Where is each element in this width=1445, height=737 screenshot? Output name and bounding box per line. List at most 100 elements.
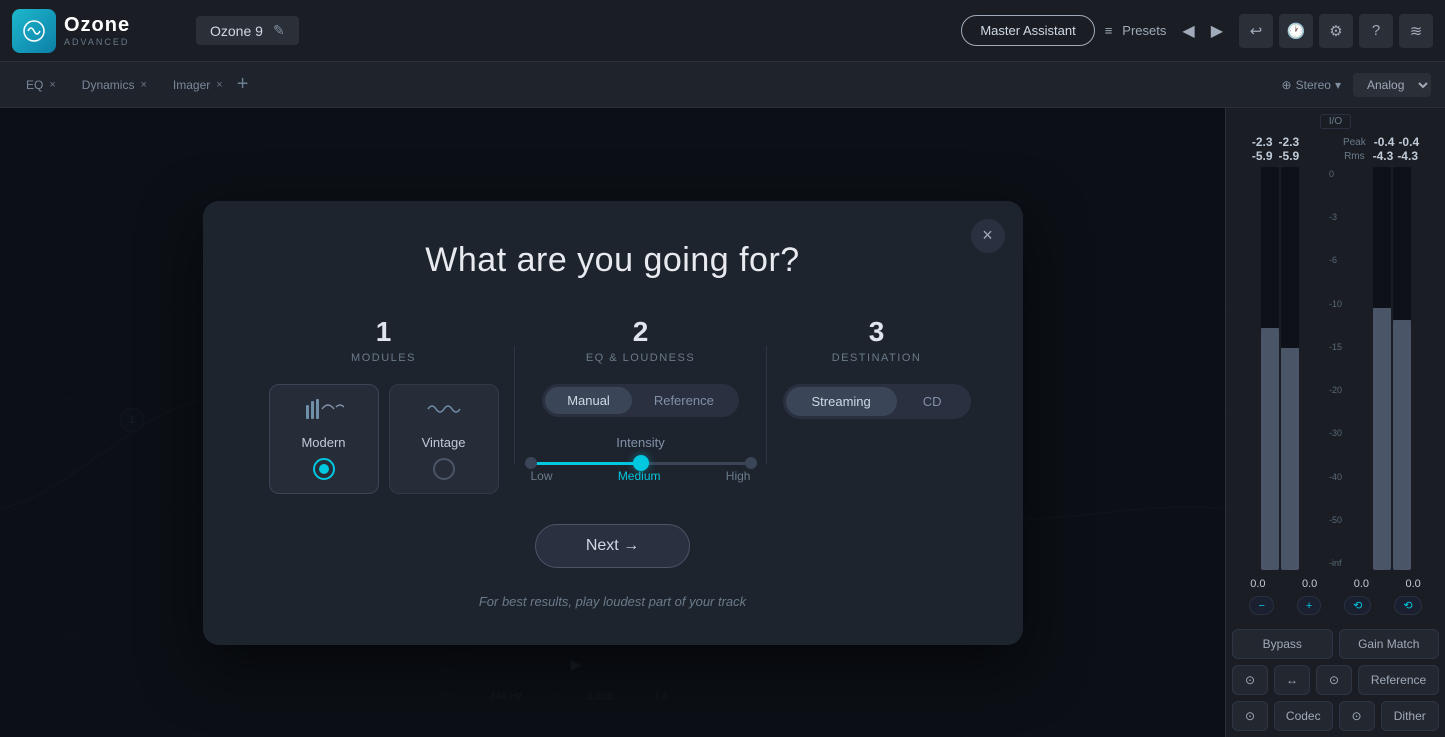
intensity-track — [531, 462, 751, 465]
intensity-thumb[interactable] — [633, 455, 649, 471]
input-fill-r — [1281, 348, 1299, 570]
module-card-vintage[interactable]: Vintage — [389, 384, 499, 494]
bypass-gainmatch-row: Bypass Gain Match — [1232, 629, 1439, 659]
dest-cd[interactable]: CD — [897, 387, 968, 416]
out-rms-r: -4.3 — [1397, 149, 1418, 163]
link-button[interactable]: ↔ — [1274, 665, 1310, 695]
step-3-destination: 3 DESTINATION Streaming CD — [767, 316, 987, 494]
fader-plus-1[interactable]: + — [1297, 596, 1321, 615]
meters-row: 0 -3 -6 -10 -15 -20 -30 -40 -50 -inf — [1232, 167, 1439, 570]
close-imager-icon[interactable]: × — [216, 79, 222, 91]
fader-minus-1[interactable]: − — [1249, 596, 1273, 615]
gain-match-button[interactable]: Gain Match — [1339, 629, 1440, 659]
toggle-reference[interactable]: Reference — [632, 387, 736, 414]
intensity-dot-low — [525, 457, 537, 469]
bypass-button[interactable]: Bypass — [1232, 629, 1333, 659]
presets-nav: ◀ ▶ — [1176, 19, 1229, 43]
preset-name: Ozone 9 — [210, 23, 263, 39]
secondary-right: ⊕ Stereo ▾ Analog — [1282, 73, 1431, 97]
fader-buttons: − + ⟲ ⟲ — [1232, 594, 1439, 617]
module-tab-eq[interactable]: EQ × — [14, 74, 68, 96]
right-rms-val: -5.9 — [1279, 149, 1300, 163]
module-tabs: EQ × Dynamics × Imager × + — [14, 73, 1270, 96]
eq-mode-toggle[interactable]: Manual Reference — [542, 384, 739, 417]
fader-reset-1[interactable]: ⟲ — [1344, 596, 1371, 615]
compare-icon-button[interactable]: ⊙ — [1232, 665, 1268, 695]
next-preset-button[interactable]: ▶ — [1205, 19, 1229, 43]
hint-text: For best results, play loudest part of y… — [253, 594, 973, 609]
modal-dialog: × What are you going for? 1 MODULES — [203, 201, 1023, 645]
io-label: I/O — [1320, 114, 1351, 129]
right-panel: I/O -2.3 -2.3 -5.9 -5.9 Peak — [1225, 108, 1445, 737]
dither-icon-button[interactable]: ⊙ — [1339, 701, 1375, 731]
toggle-manual[interactable]: Manual — [545, 387, 632, 414]
codec-icon-button[interactable]: ⊙ — [1232, 701, 1268, 731]
presets-label: Presets — [1122, 23, 1166, 38]
module-tab-imager[interactable]: Imager × — [161, 74, 235, 96]
meter-values: -2.3 -2.3 -5.9 -5.9 Peak -0.4 -0.4 — [1232, 135, 1439, 163]
app-subtitle: ADVANCED — [64, 37, 130, 47]
logo-text: Ozone ADVANCED — [64, 14, 130, 47]
module-tab-imager-label: Imager — [173, 78, 210, 92]
intensity-slider[interactable] — [531, 462, 751, 465]
dest-streaming[interactable]: Streaming — [786, 387, 897, 416]
next-button[interactable]: Next → — [535, 524, 690, 568]
close-icon: × — [982, 225, 993, 246]
main-content: EQ 100 200 500 2k Freq 446 Hz Gain 3.2dB… — [0, 108, 1445, 737]
left-rms-val: -5.9 — [1252, 149, 1273, 163]
vintage-radio[interactable] — [433, 458, 455, 480]
module-card-modern[interactable]: Modern — [269, 384, 379, 494]
top-right-icons: ↩ 🕐 ⚙ ? ≋ — [1239, 14, 1433, 48]
reference-button[interactable]: Reference — [1358, 665, 1439, 695]
edit-icon[interactable]: ✎ — [273, 22, 285, 39]
output-meters — [1344, 167, 1439, 570]
secondary-bar: EQ × Dynamics × Imager × + ⊕ Stereo ▾ An… — [0, 62, 1445, 108]
history-button[interactable]: 🕐 — [1279, 14, 1313, 48]
close-dynamics-icon[interactable]: × — [140, 79, 146, 91]
output-fill-l — [1373, 308, 1391, 570]
steps-container: 1 MODULES — [253, 316, 973, 494]
peak-label: Peak — [1343, 137, 1366, 148]
modern-radio[interactable] — [313, 458, 335, 480]
stereo-chevron: ▾ — [1335, 78, 1341, 92]
dither-button[interactable]: Dither — [1381, 701, 1440, 731]
prev-preset-button[interactable]: ◀ — [1176, 19, 1200, 43]
preset-name-area[interactable]: Ozone 9 ✎ — [196, 16, 299, 45]
input-meters — [1232, 167, 1327, 570]
close-eq-icon[interactable]: × — [49, 79, 55, 91]
left-peak-val: -2.3 — [1252, 135, 1273, 149]
fader-val-3: 0.0 — [1354, 578, 1369, 590]
codec-button[interactable]: Codec — [1274, 701, 1333, 731]
step-3-label: DESTINATION — [832, 352, 922, 364]
output-meter-l — [1373, 167, 1391, 570]
module-tab-dynamics[interactable]: Dynamics × — [70, 74, 159, 96]
bottom-buttons: Bypass Gain Match ⊙ ↔ ⊙ Reference ⊙ Code… — [1226, 623, 1445, 737]
output-meter-r — [1393, 167, 1411, 570]
step-3-number: 3 — [869, 316, 885, 348]
vintage-label: Vintage — [422, 435, 466, 450]
module-tab-dynamics-label: Dynamics — [82, 78, 135, 92]
stereo-label: Stereo — [1296, 78, 1331, 92]
settings-button[interactable]: ⚙ — [1319, 14, 1353, 48]
next-btn-wrapper: Next → — [253, 524, 973, 582]
step-1-modules: 1 MODULES — [253, 316, 515, 494]
intensity-low: Low — [531, 469, 553, 483]
modal-close-button[interactable]: × — [971, 219, 1005, 253]
reference-icon-button[interactable]: ⊙ — [1316, 665, 1352, 695]
add-module-button[interactable]: + — [237, 73, 249, 96]
intensity-label: Intensity — [616, 435, 664, 450]
dest-toggle[interactable]: Streaming CD — [783, 384, 971, 419]
extra-button[interactable]: ≋ — [1399, 14, 1433, 48]
step-2-number: 2 — [633, 316, 649, 348]
top-bar: Ozone ADVANCED Ozone 9 ✎ Master Assistan… — [0, 0, 1445, 62]
modern-label: Modern — [301, 435, 345, 450]
mode-select[interactable]: Analog — [1353, 73, 1431, 97]
stereo-btn[interactable]: ⊕ Stereo ▾ — [1282, 78, 1341, 92]
help-button[interactable]: ? — [1359, 14, 1393, 48]
module-tab-eq-label: EQ — [26, 78, 43, 92]
master-assistant-button[interactable]: Master Assistant — [961, 15, 1094, 46]
undo-button[interactable]: ↩ — [1239, 14, 1273, 48]
modern-icon — [304, 397, 344, 427]
out-rms-l: -4.3 — [1373, 149, 1394, 163]
fader-reset-2[interactable]: ⟲ — [1394, 596, 1421, 615]
